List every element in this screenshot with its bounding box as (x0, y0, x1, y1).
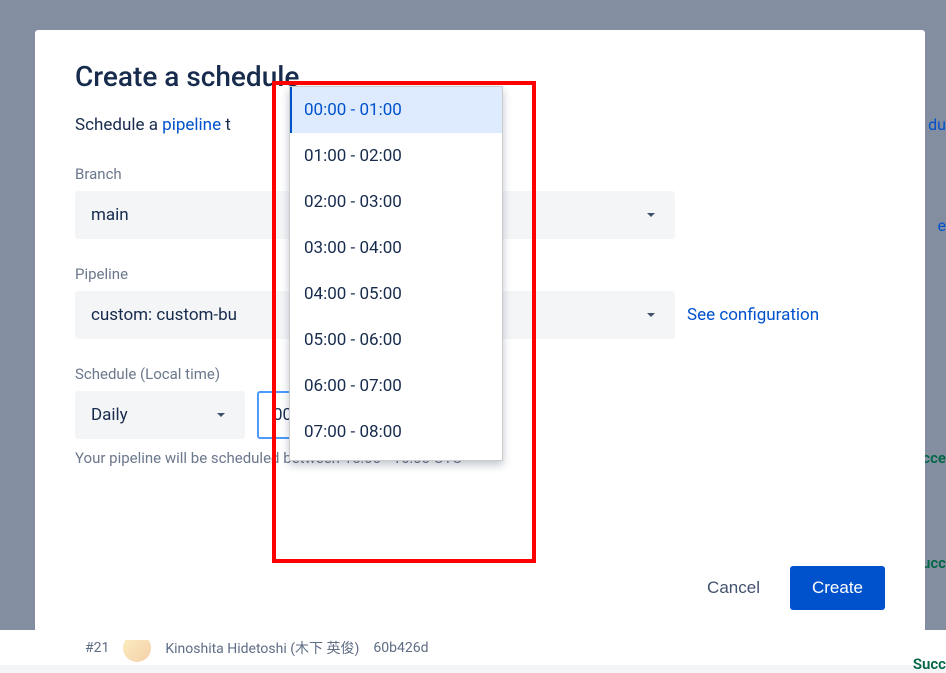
dropdown-option[interactable]: 06:00 - 07:00 (290, 363, 502, 409)
dropdown-option[interactable]: 02:00 - 03:00 (290, 179, 502, 225)
modal-actions: Cancel Create (695, 566, 885, 610)
cancel-button[interactable]: Cancel (695, 568, 772, 608)
pr-number: #21 (85, 640, 109, 656)
create-button[interactable]: Create (790, 566, 885, 610)
create-schedule-modal: Create a schedule Schedule a pipeline t … (35, 30, 925, 640)
dropdown-option[interactable]: 05:00 - 06:00 (290, 317, 502, 363)
frequency-value: Daily (91, 405, 128, 425)
time-dropdown[interactable]: 00:00 - 01:00 01:00 - 02:00 02:00 - 03:0… (289, 86, 503, 461)
status-badge-3: Succ (913, 655, 946, 673)
dropdown-option[interactable]: 04:00 - 05:00 (290, 271, 502, 317)
pipeline-value: custom: custom-bu (91, 305, 237, 325)
pipeline-link[interactable]: pipeline (162, 115, 221, 135)
dropdown-option[interactable]: 03:00 - 04:00 (290, 225, 502, 271)
frequency-select[interactable]: Daily (75, 391, 245, 439)
chevron-down-icon (643, 307, 659, 323)
see-configuration-link[interactable]: See configuration (687, 305, 819, 325)
time-dropdown-list[interactable]: 00:00 - 01:00 01:00 - 02:00 02:00 - 03:0… (290, 87, 502, 460)
chevron-down-icon (213, 407, 229, 423)
dropdown-option[interactable]: 00:00 - 01:00 (290, 87, 502, 133)
commit-hash: 60b426d (373, 640, 428, 656)
author-name: Kinoshita Hidetoshi (木下 英俊) (165, 638, 359, 658)
side-text-du: du (928, 115, 946, 134)
chevron-down-icon (643, 207, 659, 223)
branch-value: main (91, 205, 129, 225)
dropdown-option[interactable]: 01:00 - 02:00 (290, 133, 502, 179)
dropdown-option[interactable]: 07:00 - 08:00 (290, 409, 502, 455)
status-badge: cce (922, 449, 946, 467)
side-text-e: e (938, 216, 946, 235)
